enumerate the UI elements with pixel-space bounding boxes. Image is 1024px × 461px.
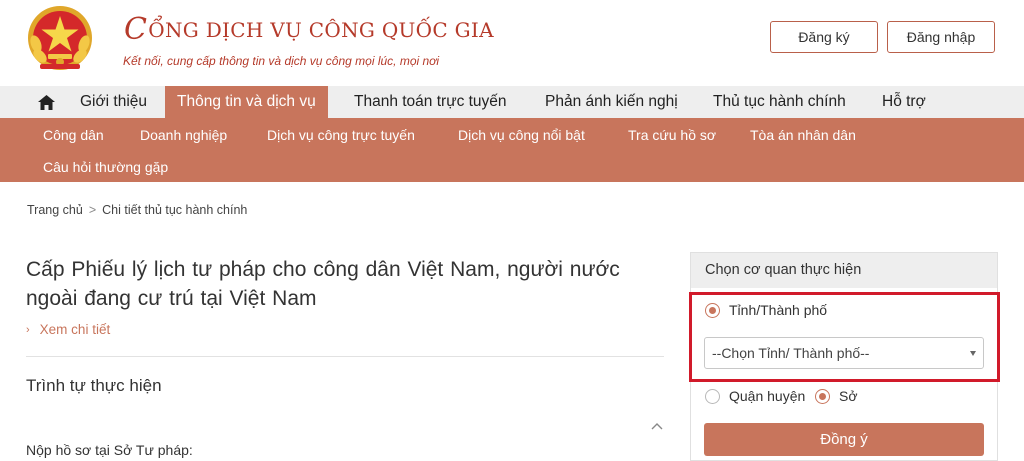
chevron-right-icon: › [26, 324, 30, 336]
radio-district-label[interactable]: Quận huyện [729, 388, 805, 404]
register-button[interactable]: Đăng ký [770, 21, 878, 53]
sub-nav-cau-hoi-thuong-gap[interactable]: Câu hỏi thường gặp [43, 159, 168, 175]
section-title-trinh-tu: Trình tự thực hiện [26, 376, 162, 395]
site-title-initial: C [124, 12, 148, 47]
radio-department[interactable] [815, 389, 830, 404]
site-title-text: ỔNG DỊCH VỤ CÔNG QUỐC GIA [148, 18, 494, 42]
sub-nav-doanh-nghiep[interactable]: Doanh nghiệp [140, 127, 227, 143]
site-slogan: Kết nối, cung cấp thông tin và dịch vụ c… [123, 54, 440, 68]
nav-item-ho-tro[interactable]: Hỗ trợ [882, 86, 926, 118]
agency-panel-header: Chọn cơ quan thực hiện [691, 253, 997, 288]
breadcrumb-current: Chi tiết thủ tục hành chính [102, 203, 248, 217]
nav-item-thu-tuc[interactable]: Thủ tục hành chính [713, 86, 846, 118]
sub-nav-tra-cuu-ho-so[interactable]: Tra cứu hồ sơ [628, 127, 716, 143]
nav-item-gioi-thieu[interactable]: Giới thiệu [80, 86, 147, 118]
breadcrumb: Trang chủ > Chi tiết thủ tục hành chính [27, 203, 247, 217]
login-button[interactable]: Đăng nhập [887, 21, 995, 53]
home-icon [37, 94, 55, 110]
radio-department-label[interactable]: Sở [839, 388, 858, 404]
nav-home-link[interactable] [28, 86, 64, 118]
section-text: Nộp hồ sơ tại Sở Tư pháp: [26, 442, 193, 458]
radio-district[interactable] [705, 389, 720, 404]
breadcrumb-home-link[interactable]: Trang chủ [27, 203, 83, 217]
view-detail-link[interactable]: › Xem chi tiết [26, 322, 110, 337]
sub-nav-dich-vu-cong-truc-tuyen[interactable]: Dịch vụ công trực tuyến [267, 127, 415, 143]
sub-nav-cong-dan[interactable]: Công dân [43, 127, 104, 143]
site-title[interactable]: CỔNG DỊCH VỤ CÔNG QUỐC GIA [124, 10, 494, 47]
site-header: CỔNG DỊCH VỤ CÔNG QUỐC GIA Kết nối, cung… [0, 0, 1024, 86]
nav-item-phan-anh[interactable]: Phản ánh kiến nghị [545, 86, 678, 118]
procedure-title: Cấp Phiếu lý lịch tư pháp cho công dân V… [26, 258, 620, 310]
chevron-up-icon[interactable] [650, 420, 664, 434]
sub-nav-toa-an-nhan-dan[interactable]: Tòa án nhân dân [750, 127, 856, 143]
content-divider [26, 356, 664, 357]
highlight-annotation-box [689, 292, 1000, 382]
agree-button[interactable]: Đồng ý [704, 423, 984, 456]
nav-item-thong-tin-dich-vu[interactable]: Thông tin và dịch vụ [165, 86, 328, 118]
national-emblem-logo[interactable] [26, 4, 94, 74]
breadcrumb-separator: > [88, 203, 97, 217]
sub-nav-dich-vu-cong-noi-bat[interactable]: Dịch vụ công nổi bật [458, 127, 585, 143]
main-navigation: Giới thiệu Thông tin và dịch vụ Thanh to… [0, 86, 1024, 118]
view-detail-label: Xem chi tiết [39, 322, 111, 337]
sub-navigation: Công dân Doanh nghiệp Dịch vụ công trực … [0, 118, 1024, 182]
nav-item-thanh-toan[interactable]: Thanh toán trực tuyến [354, 86, 507, 118]
